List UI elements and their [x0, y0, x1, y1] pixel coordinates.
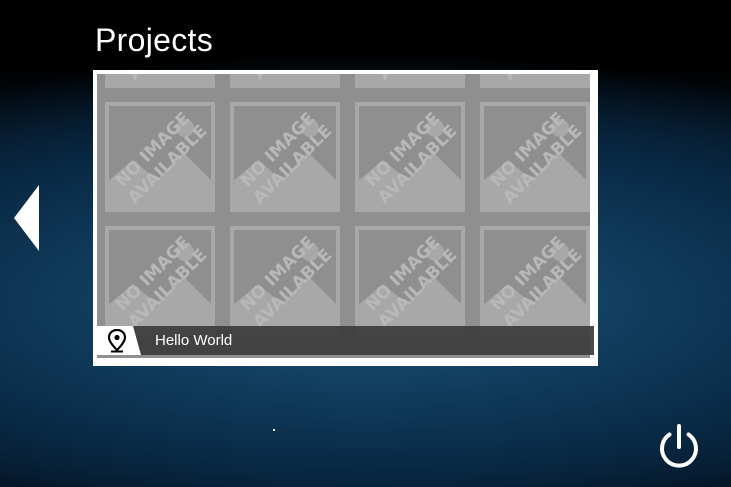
location-badge	[93, 326, 141, 355]
no-image-placeholder-tile: NO IMAGEAVAILABLE	[105, 102, 215, 212]
no-image-placeholder-tile: NO IMAGEAVAILABLE	[480, 74, 590, 88]
triangle-left-icon	[14, 185, 39, 251]
project-thumbnail: NO IMAGE AVAILABLE NO IMAGE AVAILABLE NO IMA…	[97, 74, 590, 358]
project-card[interactable]: NO IMAGE AVAILABLE NO IMAGE AVAILABLE NO IMA…	[93, 70, 598, 366]
no-image-placeholder-tile: NO IMAGEAVAILABLE	[105, 74, 215, 88]
no-image-placeholder-tile: NO IMAGEAVAILABLE	[230, 102, 340, 212]
project-caption-bar: Hello World	[93, 326, 594, 355]
no-image-placeholder-tile: NO IMAGEAVAILABLE	[355, 74, 465, 88]
page-title: Projects	[95, 22, 213, 58]
no-image-placeholder-tile: NO IMAGEAVAILABLE	[105, 226, 215, 336]
no-image-placeholder-tile: NO IMAGEAVAILABLE	[230, 74, 340, 88]
no-image-placeholder-tile: NO IMAGEAVAILABLE	[355, 102, 465, 212]
previous-page-button[interactable]	[14, 185, 40, 251]
page-indicator-dot	[273, 429, 275, 431]
no-image-placeholder-tile: NO IMAGEAVAILABLE	[480, 102, 590, 212]
power-icon	[660, 424, 698, 468]
project-name: Hello World	[155, 332, 233, 349]
map-pin-icon	[107, 329, 127, 353]
no-image-placeholder-tile: NO IMAGEAVAILABLE	[230, 226, 340, 336]
power-button[interactable]	[656, 423, 702, 471]
no-image-placeholder-tile: NO IMAGEAVAILABLE	[480, 226, 590, 336]
no-image-placeholder-tile: NO IMAGEAVAILABLE	[355, 226, 465, 336]
